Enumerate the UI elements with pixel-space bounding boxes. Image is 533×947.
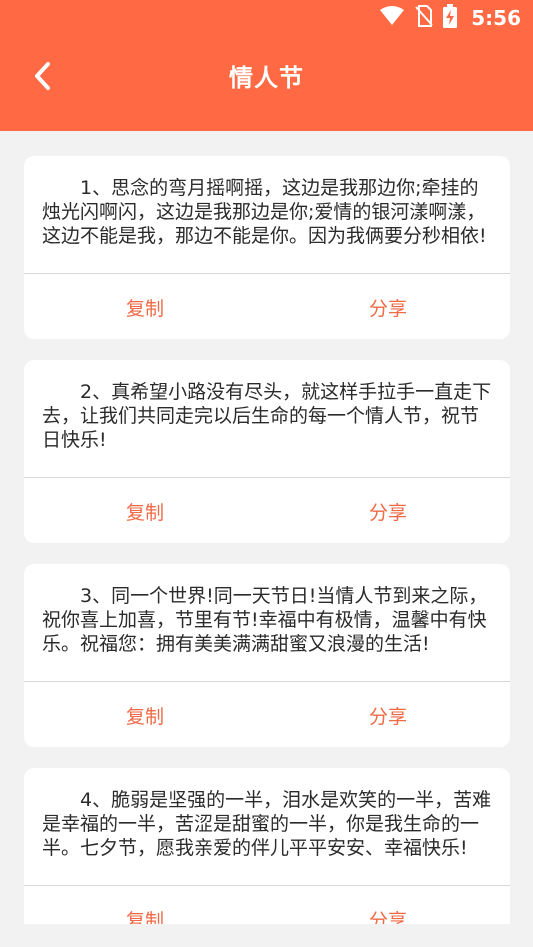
card-actions: 复制 分享 xyxy=(24,478,510,543)
page-title: 情人节 xyxy=(229,64,304,92)
share-button[interactable]: 分享 xyxy=(348,702,428,729)
bottom-bar xyxy=(0,924,533,947)
share-button[interactable]: 分享 xyxy=(348,906,428,924)
toolbar: 情人节 xyxy=(0,36,533,120)
list-item: 4、脆弱是坚强的一半，泪水是欢笑的一半，苦难是幸福的一半，苦涩是甜蜜的一半，你是… xyxy=(24,768,510,924)
card-actions: 复制 分享 xyxy=(24,886,510,924)
copy-button[interactable]: 复制 xyxy=(105,702,185,729)
share-button[interactable]: 分享 xyxy=(348,498,428,525)
greeting-text: 1、思念的弯月摇啊摇，这边是我那边你;牵挂的烛光闪啊闪，这边是我那边是你;爱情的… xyxy=(42,177,487,247)
status-bar: 5:56 xyxy=(0,0,533,36)
copy-button[interactable]: 复制 xyxy=(105,498,185,525)
card-actions: 复制 分享 xyxy=(24,682,510,747)
status-time: 5:56 xyxy=(471,6,521,30)
battery-charging-icon xyxy=(443,4,458,32)
card-actions: 复制 分享 xyxy=(24,274,510,339)
status-icons: 5:56 xyxy=(379,4,521,32)
greeting-text: 2、真希望小路没有尽头，就这样手拉手一直走下去，让我们共同走完以后生命的每一个情… xyxy=(42,381,492,451)
list-item: 3、同一个世界!同一天节日!当情人节到来之际，祝你喜上加喜，节里有节!幸福中有极… xyxy=(24,564,510,747)
greeting-text: 3、同一个世界!同一天节日!当情人节到来之际，祝你喜上加喜，节里有节!幸福中有极… xyxy=(42,585,488,655)
wifi-icon xyxy=(379,5,405,31)
list-item: 2、真希望小路没有尽头，就这样手拉手一直走下去，让我们共同走完以后生命的每一个情… xyxy=(24,360,510,543)
copy-button[interactable]: 复制 xyxy=(105,906,185,924)
list-item: 1、思念的弯月摇啊摇，这边是我那边你;牵挂的烛光闪啊闪，这边是我那边是你;爱情的… xyxy=(24,156,510,339)
card-list[interactable]: 1、思念的弯月摇啊摇，这边是我那边你;牵挂的烛光闪啊闪，这边是我那边是你;爱情的… xyxy=(0,131,533,924)
copy-button[interactable]: 复制 xyxy=(105,294,185,321)
share-button[interactable]: 分享 xyxy=(348,294,428,321)
no-sim-icon xyxy=(415,5,433,31)
greeting-text: 4、脆弱是坚强的一半，泪水是欢笑的一半，苦难是幸福的一半，苦涩是甜蜜的一半，你是… xyxy=(42,789,492,859)
app-header: 5:56 情人节 xyxy=(0,0,533,131)
